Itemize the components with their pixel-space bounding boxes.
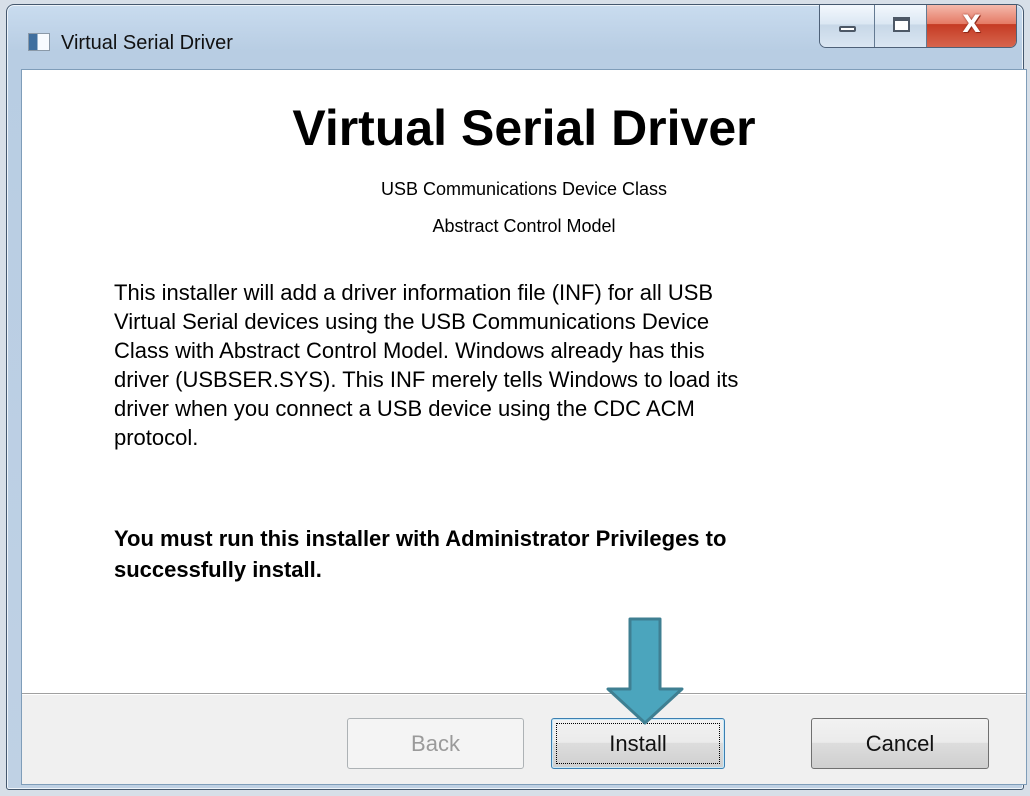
close-icon: X <box>962 10 981 38</box>
cancel-button-label: Cancel <box>865 730 935 756</box>
close-button[interactable]: X <box>927 5 1016 47</box>
warning-line: You must run this installer with Adminis… <box>114 526 727 551</box>
description-line: Virtual Serial devices using the USB Com… <box>114 309 710 334</box>
install-button-label: Install <box>609 730 667 756</box>
window-title: Virtual Serial Driver <box>61 32 233 54</box>
cancel-button[interactable]: Cancel <box>811 718 989 769</box>
window-controls: X <box>819 5 1017 48</box>
minimize-icon <box>839 26 856 32</box>
administrator-warning: You must run this installer with Adminis… <box>114 523 994 585</box>
maximize-icon <box>893 17 910 32</box>
installer-description: This installer will add a driver informa… <box>114 278 954 452</box>
page-title: Virtual Serial Driver <box>292 100 756 156</box>
subtitle-line: Abstract Control Model <box>432 216 616 236</box>
back-button[interactable]: Back <box>347 718 524 769</box>
description-line: Class with Abstract Control Model. Windo… <box>114 338 705 363</box>
description-line: protocol. <box>114 425 199 450</box>
back-button-label: Back <box>411 730 460 756</box>
description-line: This installer will add a driver informa… <box>114 280 714 305</box>
warning-line: successfully install. <box>114 557 322 582</box>
title-bar[interactable]: Virtual Serial Driver X <box>7 5 1023 69</box>
installer-window: Virtual Serial Driver X Virtual Serial D… <box>6 4 1027 790</box>
application-icon[interactable] <box>28 33 50 51</box>
maximize-button[interactable] <box>875 5 927 47</box>
subtitle-line: USB Communications Device Class <box>380 179 668 199</box>
dialog-content: Virtual Serial Driver USB Communications… <box>21 69 1027 785</box>
description-line: driver (USBSER.SYS). This INF merely tel… <box>114 367 739 392</box>
minimize-button[interactable] <box>820 5 875 47</box>
description-line: driver when you connect a USB device usi… <box>114 396 695 421</box>
install-button[interactable]: Install <box>551 718 725 769</box>
